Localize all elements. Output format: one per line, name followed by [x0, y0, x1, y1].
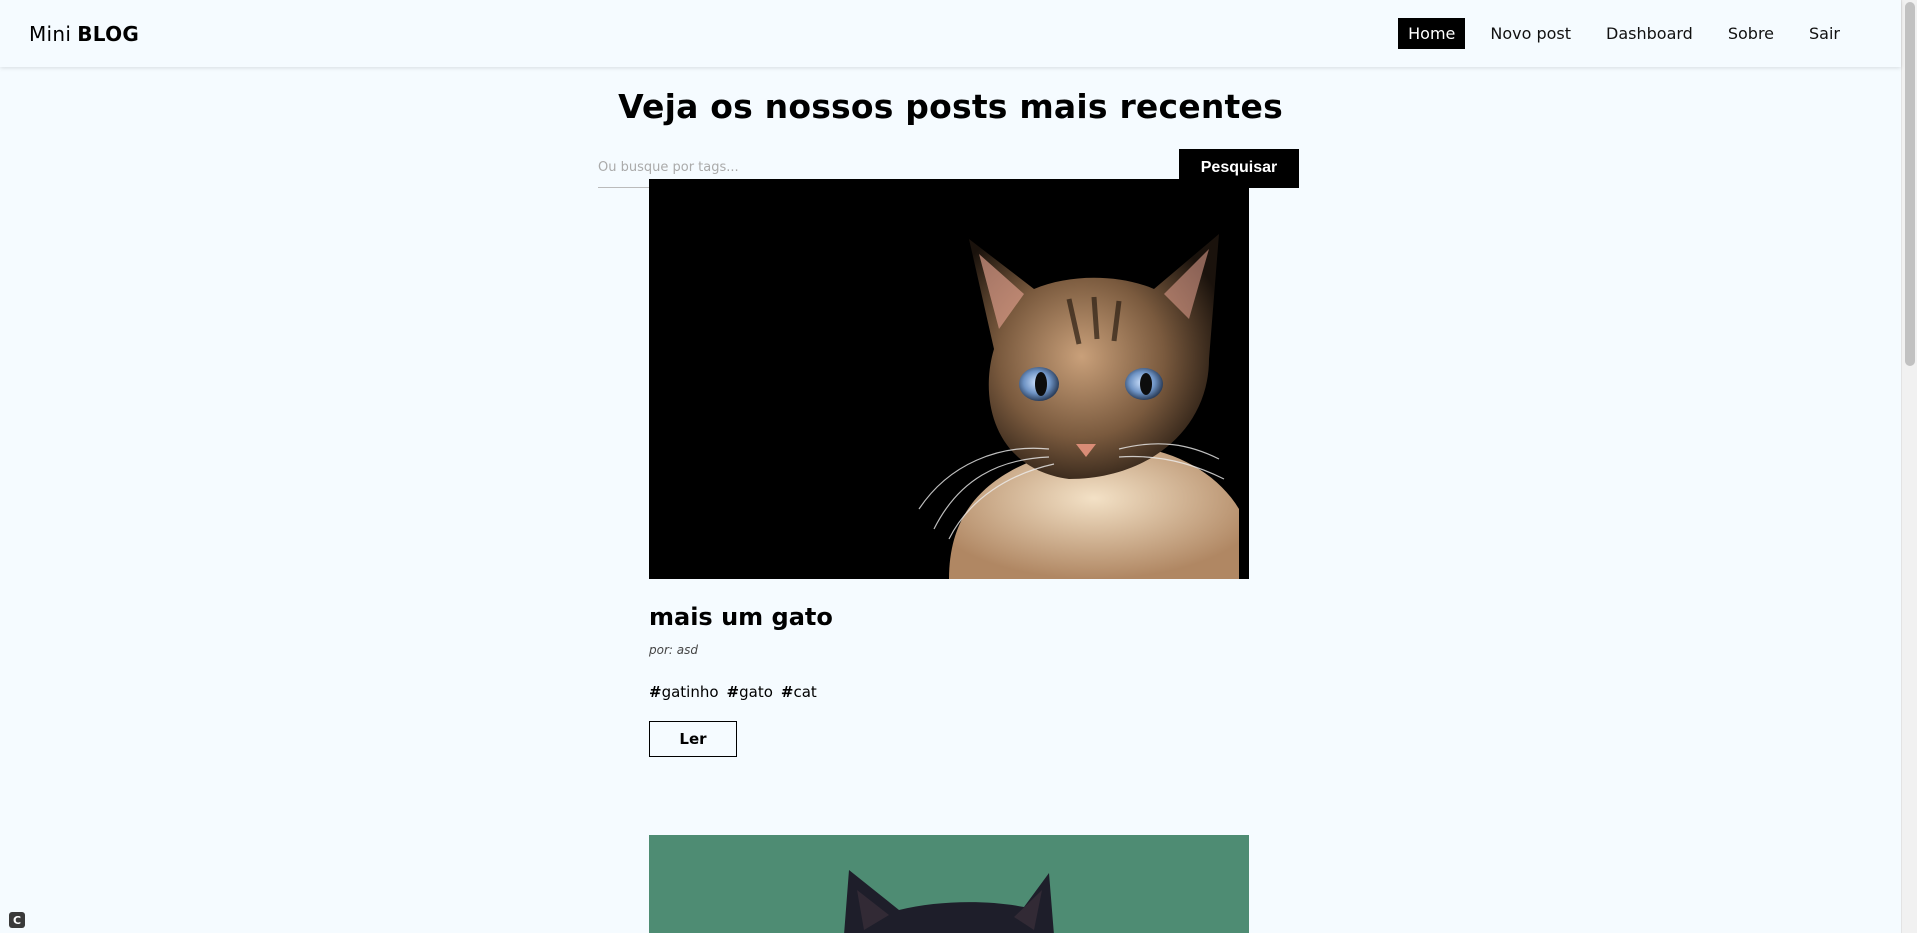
main-content: Veja os nossos posts mais recentes Pesqu… [0, 67, 1901, 933]
brand-bold: BLOG [77, 21, 140, 46]
cat-photo-icon [649, 835, 1249, 933]
tag-gato: #gato [726, 683, 773, 701]
nav-link-dashboard[interactable]: Dashboard [1596, 18, 1703, 49]
post-author: por: asd [649, 643, 698, 657]
tag-label: gato [739, 683, 773, 701]
nav-link-home[interactable]: Home [1398, 18, 1466, 49]
brand-logo[interactable]: Mini BLOG [29, 22, 139, 46]
post-card [649, 835, 1249, 933]
nav-link-novo-post[interactable]: Novo post [1480, 18, 1581, 49]
post-title: mais um gato [649, 603, 833, 631]
navbar: Mini BLOG Home Novo post Dashboard Sobre… [0, 0, 1901, 67]
tag-cat: #cat [780, 683, 817, 701]
nav-links: Home Novo post Dashboard Sobre Sair [1383, 18, 1850, 49]
page: Mini BLOG Home Novo post Dashboard Sobre… [0, 0, 1917, 933]
nav-link-sobre[interactable]: Sobre [1718, 18, 1784, 49]
cat-photo-icon [649, 179, 1249, 579]
scrollbar[interactable] [1901, 0, 1917, 933]
post-card: mais um gato por: asd #gatinho #gato #ca… [649, 179, 1249, 757]
brand-light: Mini [29, 21, 72, 46]
post-image [649, 835, 1249, 933]
tag-gatinho: #gatinho [649, 683, 719, 701]
tag-label: gatinho [661, 683, 719, 701]
tag-label: cat [793, 683, 817, 701]
nav-link-sair[interactable]: Sair [1799, 18, 1850, 49]
read-post-button[interactable]: Ler [649, 721, 737, 757]
extension-badge-icon[interactable]: C [9, 912, 25, 928]
post-tags: #gatinho #gato #cat [649, 683, 1249, 701]
scrollbar-thumb[interactable] [1905, 2, 1915, 366]
page-title: Veja os nossos posts mais recentes [618, 87, 1283, 126]
post-image [649, 179, 1249, 579]
